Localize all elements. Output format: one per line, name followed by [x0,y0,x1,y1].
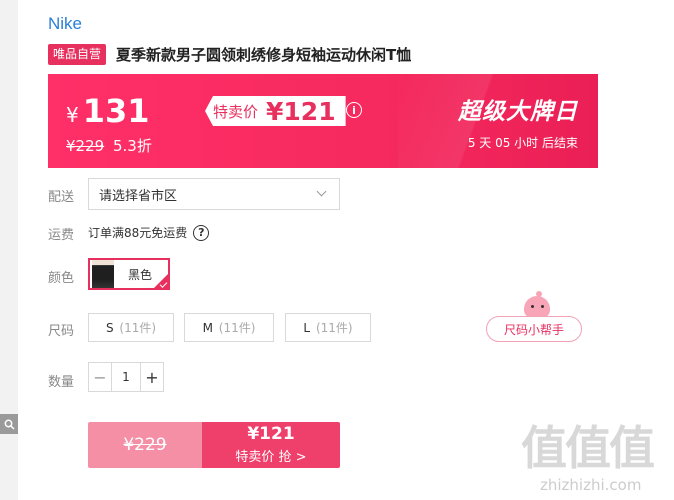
delivery-label: 配送 [48,190,75,205]
help-icon[interactable]: ? [193,224,210,241]
quantity-stepper: − 1 + [88,362,164,392]
buy-now-button[interactable]: ¥121 特卖价 抢 > [202,422,340,468]
price-banner: ¥ 131 特卖价 ¥121 i ¥229 5.3折 超级大牌日 5 天 05 … [48,74,598,168]
region-select-placeholder: 请选择省市区 [99,188,178,204]
size-label: 尺码 [48,324,75,339]
buy-button-group: ¥229 ¥121 特卖价 抢 > [88,422,340,468]
color-option-black[interactable]: 黑色 [88,258,170,290]
discount-rate: 5.3折 [112,137,152,155]
brand-link[interactable]: Nike [48,14,82,34]
promo-title: 超级大牌日 [458,99,578,125]
quantity-input[interactable]: 1 [111,363,141,391]
size-name: L [303,320,311,335]
size-helper-mascot-icon [524,296,550,318]
size-option-m[interactable]: M (11件) [184,313,274,342]
quantity-label: 数量 [48,375,75,390]
watermark-url: zhizhizhi.com [540,476,642,494]
currency-symbol: ¥ [66,103,79,127]
watermark-logo: 值值值 [521,421,655,475]
size-stock: (11件) [218,321,256,335]
original-price-button[interactable]: ¥229 [88,422,202,468]
color-option-label: 黑色 [128,267,153,282]
region-select[interactable]: 请选择省市区 [88,178,340,210]
size-helper-button[interactable]: 尺码小帮手 [486,316,582,342]
original-price: ¥229 [66,137,105,155]
chevron-down-icon [316,186,327,197]
sale-price-value: ¥121 [266,96,336,126]
quantity-decrease-button[interactable]: − [89,363,111,391]
size-name: S [105,320,114,335]
size-stock: (11件) [315,321,353,335]
mascot-eye [531,305,534,308]
current-price-value: 131 [82,92,150,130]
size-option-s[interactable]: S (11件) [88,313,174,342]
self-operated-badge: 唯品自营 [48,44,107,65]
sale-price-tag: 特卖价 ¥121 [205,96,346,126]
sale-price-label: 特卖价 [213,102,259,121]
color-thumbnail-image [92,260,114,288]
shipping-text: 订单满88元免运费 [88,226,188,240]
color-label: 颜色 [48,271,75,286]
price-info-icon[interactable]: i [346,102,362,118]
shipping-label: 运费 [48,228,75,243]
mascot-eye [541,305,544,308]
size-option-l[interactable]: L (11件) [285,313,371,342]
original-price-row: ¥229 5.3折 [66,135,152,156]
product-title: 夏季新款男子圆领刺绣修身短袖运动休闲T恤 [116,46,412,64]
size-stock: (11件) [119,321,157,335]
zoom-search-icon[interactable] [0,414,18,434]
product-title-row: 唯品自营 夏季新款男子圆领刺绣修身短袖运动休闲T恤 [48,44,411,65]
size-name: M [202,320,213,335]
promo-countdown: 5 天 05 小时 后结束 [467,136,578,150]
shipping-info: 订单满88元免运费 ? [88,224,210,241]
buy-sale-price: ¥121 [247,424,295,444]
buy-sale-label: 特卖价 抢 > [235,450,307,465]
current-price: ¥ 131 [66,92,150,130]
quantity-increase-button[interactable]: + [141,363,163,391]
